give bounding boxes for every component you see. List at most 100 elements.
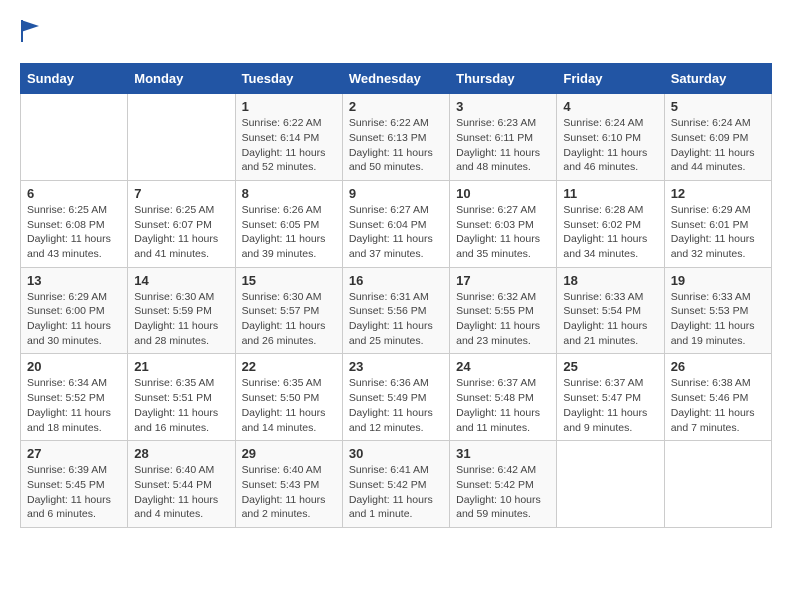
day-cell: 17 Sunrise: 6:32 AM Sunset: 5:55 PM Dayli… xyxy=(450,267,557,354)
day-cell: 19Sunrise: 6:33 AM Sunset: 5:53 PM Dayli… xyxy=(664,267,771,354)
day-cell: 8 Sunrise: 6:26 AM Sunset: 6:05 PM Daylig… xyxy=(235,180,342,267)
day-info: Sunrise: 6:22 AM Sunset: 6:13 PM Dayligh… xyxy=(349,116,443,175)
day-info: Sunrise: 6:25 AM Sunset: 6:07 PM Dayligh… xyxy=(134,203,228,262)
day-info: Sunrise: 6:25 AM Sunset: 6:08 PM Dayligh… xyxy=(27,203,121,262)
day-number: 22 xyxy=(242,359,336,374)
day-cell xyxy=(664,441,771,528)
day-cell: 25 Sunrise: 6:37 AM Sunset: 5:47 PM Dayli… xyxy=(557,354,664,441)
day-cell: 13 Sunrise: 6:29 AM Sunset: 6:00 PM Dayli… xyxy=(21,267,128,354)
day-number: 8 xyxy=(242,186,336,201)
day-info: Sunrise: 6:30 AM Sunset: 5:59 PM Dayligh… xyxy=(134,290,228,349)
day-info: Sunrise: 6:40 AM Sunset: 5:44 PM Dayligh… xyxy=(134,463,228,522)
calendar-table: SundayMondayTuesdayWednesdayThursdayFrid… xyxy=(20,63,772,528)
day-cell xyxy=(21,94,128,181)
day-cell: 14 Sunrise: 6:30 AM Sunset: 5:59 PM Dayli… xyxy=(128,267,235,354)
day-number: 25 xyxy=(563,359,657,374)
day-cell: 5 Sunrise: 6:24 AM Sunset: 6:09 PM Daylig… xyxy=(664,94,771,181)
day-info: Sunrise: 6:39 AM Sunset: 5:45 PM Dayligh… xyxy=(27,463,121,522)
day-number: 23 xyxy=(349,359,443,374)
day-cell: 31 Sunrise: 6:42 AM Sunset: 5:42 PM Dayli… xyxy=(450,441,557,528)
day-info: Sunrise: 6:27 AM Sunset: 6:04 PM Dayligh… xyxy=(349,203,443,262)
day-number: 9 xyxy=(349,186,443,201)
day-cell: 4 Sunrise: 6:24 AM Sunset: 6:10 PM Daylig… xyxy=(557,94,664,181)
day-info: Sunrise: 6:33 AM Sunset: 5:54 PM Dayligh… xyxy=(563,290,657,349)
week-row-3: 13 Sunrise: 6:29 AM Sunset: 6:00 PM Dayli… xyxy=(21,267,772,354)
day-cell: 10 Sunrise: 6:27 AM Sunset: 6:03 PM Dayli… xyxy=(450,180,557,267)
day-number: 7 xyxy=(134,186,228,201)
day-cell xyxy=(557,441,664,528)
day-number: 10 xyxy=(456,186,550,201)
day-info: Sunrise: 6:33 AM Sunset: 5:53 PM Dayligh… xyxy=(671,290,765,349)
day-info: Sunrise: 6:24 AM Sunset: 6:09 PM Dayligh… xyxy=(671,116,765,175)
day-cell: 27 Sunrise: 6:39 AM Sunset: 5:45 PM Dayli… xyxy=(21,441,128,528)
day-cell: 9 Sunrise: 6:27 AM Sunset: 6:04 PM Daylig… xyxy=(342,180,449,267)
day-number: 16 xyxy=(349,273,443,288)
week-row-2: 6 Sunrise: 6:25 AM Sunset: 6:08 PM Daylig… xyxy=(21,180,772,267)
day-info: Sunrise: 6:27 AM Sunset: 6:03 PM Dayligh… xyxy=(456,203,550,262)
day-cell: 21Sunrise: 6:35 AM Sunset: 5:51 PM Dayli… xyxy=(128,354,235,441)
day-info: Sunrise: 6:32 AM Sunset: 5:55 PM Dayligh… xyxy=(456,290,550,349)
day-number: 13 xyxy=(27,273,121,288)
day-info: Sunrise: 6:37 AM Sunset: 5:48 PM Dayligh… xyxy=(456,376,550,435)
header-cell-monday: Monday xyxy=(128,64,235,94)
day-info: Sunrise: 6:23 AM Sunset: 6:11 PM Dayligh… xyxy=(456,116,550,175)
day-info: Sunrise: 6:42 AM Sunset: 5:42 PM Dayligh… xyxy=(456,463,550,522)
day-cell: 22 Sunrise: 6:35 AM Sunset: 5:50 PM Dayli… xyxy=(235,354,342,441)
day-number: 11 xyxy=(563,186,657,201)
day-number: 30 xyxy=(349,446,443,461)
day-cell: 1 Sunrise: 6:22 AM Sunset: 6:14 PM Daylig… xyxy=(235,94,342,181)
day-info: Sunrise: 6:36 AM Sunset: 5:49 PM Dayligh… xyxy=(349,376,443,435)
day-number: 17 xyxy=(456,273,550,288)
day-cell: 28 Sunrise: 6:40 AM Sunset: 5:44 PM Dayli… xyxy=(128,441,235,528)
day-info: Sunrise: 6:22 AM Sunset: 6:14 PM Dayligh… xyxy=(242,116,336,175)
day-cell: 7 Sunrise: 6:25 AM Sunset: 6:07 PM Daylig… xyxy=(128,180,235,267)
day-number: 28 xyxy=(134,446,228,461)
day-number: 14 xyxy=(134,273,228,288)
week-row-5: 27 Sunrise: 6:39 AM Sunset: 5:45 PM Dayli… xyxy=(21,441,772,528)
day-cell: 3Sunrise: 6:23 AM Sunset: 6:11 PM Daylig… xyxy=(450,94,557,181)
day-cell xyxy=(128,94,235,181)
day-number: 6 xyxy=(27,186,121,201)
day-info: Sunrise: 6:37 AM Sunset: 5:47 PM Dayligh… xyxy=(563,376,657,435)
day-cell: 18 Sunrise: 6:33 AM Sunset: 5:54 PM Dayli… xyxy=(557,267,664,354)
day-info: Sunrise: 6:24 AM Sunset: 6:10 PM Dayligh… xyxy=(563,116,657,175)
page-header xyxy=(20,20,772,47)
day-cell: 30Sunrise: 6:41 AM Sunset: 5:42 PM Dayli… xyxy=(342,441,449,528)
header-row: SundayMondayTuesdayWednesdayThursdayFrid… xyxy=(21,64,772,94)
day-number: 31 xyxy=(456,446,550,461)
day-info: Sunrise: 6:40 AM Sunset: 5:43 PM Dayligh… xyxy=(242,463,336,522)
day-info: Sunrise: 6:29 AM Sunset: 6:01 PM Dayligh… xyxy=(671,203,765,262)
day-cell: 20Sunrise: 6:34 AM Sunset: 5:52 PM Dayli… xyxy=(21,354,128,441)
day-number: 15 xyxy=(242,273,336,288)
day-info: Sunrise: 6:35 AM Sunset: 5:50 PM Dayligh… xyxy=(242,376,336,435)
day-info: Sunrise: 6:31 AM Sunset: 5:56 PM Dayligh… xyxy=(349,290,443,349)
header-cell-sunday: Sunday xyxy=(21,64,128,94)
header-cell-friday: Friday xyxy=(557,64,664,94)
week-row-4: 20Sunrise: 6:34 AM Sunset: 5:52 PM Dayli… xyxy=(21,354,772,441)
day-info: Sunrise: 6:34 AM Sunset: 5:52 PM Dayligh… xyxy=(27,376,121,435)
day-cell: 16 Sunrise: 6:31 AM Sunset: 5:56 PM Dayli… xyxy=(342,267,449,354)
week-row-1: 1 Sunrise: 6:22 AM Sunset: 6:14 PM Daylig… xyxy=(21,94,772,181)
day-cell: 29 Sunrise: 6:40 AM Sunset: 5:43 PM Dayli… xyxy=(235,441,342,528)
day-info: Sunrise: 6:30 AM Sunset: 5:57 PM Dayligh… xyxy=(242,290,336,349)
day-number: 5 xyxy=(671,99,765,114)
day-cell: 15 Sunrise: 6:30 AM Sunset: 5:57 PM Dayli… xyxy=(235,267,342,354)
logo-flag-icon xyxy=(21,20,39,42)
day-info: Sunrise: 6:28 AM Sunset: 6:02 PM Dayligh… xyxy=(563,203,657,262)
day-number: 2 xyxy=(349,99,443,114)
day-info: Sunrise: 6:26 AM Sunset: 6:05 PM Dayligh… xyxy=(242,203,336,262)
day-cell: 23 Sunrise: 6:36 AM Sunset: 5:49 PM Dayli… xyxy=(342,354,449,441)
day-number: 27 xyxy=(27,446,121,461)
day-info: Sunrise: 6:29 AM Sunset: 6:00 PM Dayligh… xyxy=(27,290,121,349)
day-number: 4 xyxy=(563,99,657,114)
day-number: 1 xyxy=(242,99,336,114)
calendar-body: 1 Sunrise: 6:22 AM Sunset: 6:14 PM Daylig… xyxy=(21,94,772,528)
day-info: Sunrise: 6:35 AM Sunset: 5:51 PM Dayligh… xyxy=(134,376,228,435)
day-cell: 26Sunrise: 6:38 AM Sunset: 5:46 PM Dayli… xyxy=(664,354,771,441)
day-info: Sunrise: 6:38 AM Sunset: 5:46 PM Dayligh… xyxy=(671,376,765,435)
day-number: 18 xyxy=(563,273,657,288)
header-cell-thursday: Thursday xyxy=(450,64,557,94)
day-number: 29 xyxy=(242,446,336,461)
day-cell: 24Sunrise: 6:37 AM Sunset: 5:48 PM Dayli… xyxy=(450,354,557,441)
day-cell: 11 Sunrise: 6:28 AM Sunset: 6:02 PM Dayli… xyxy=(557,180,664,267)
